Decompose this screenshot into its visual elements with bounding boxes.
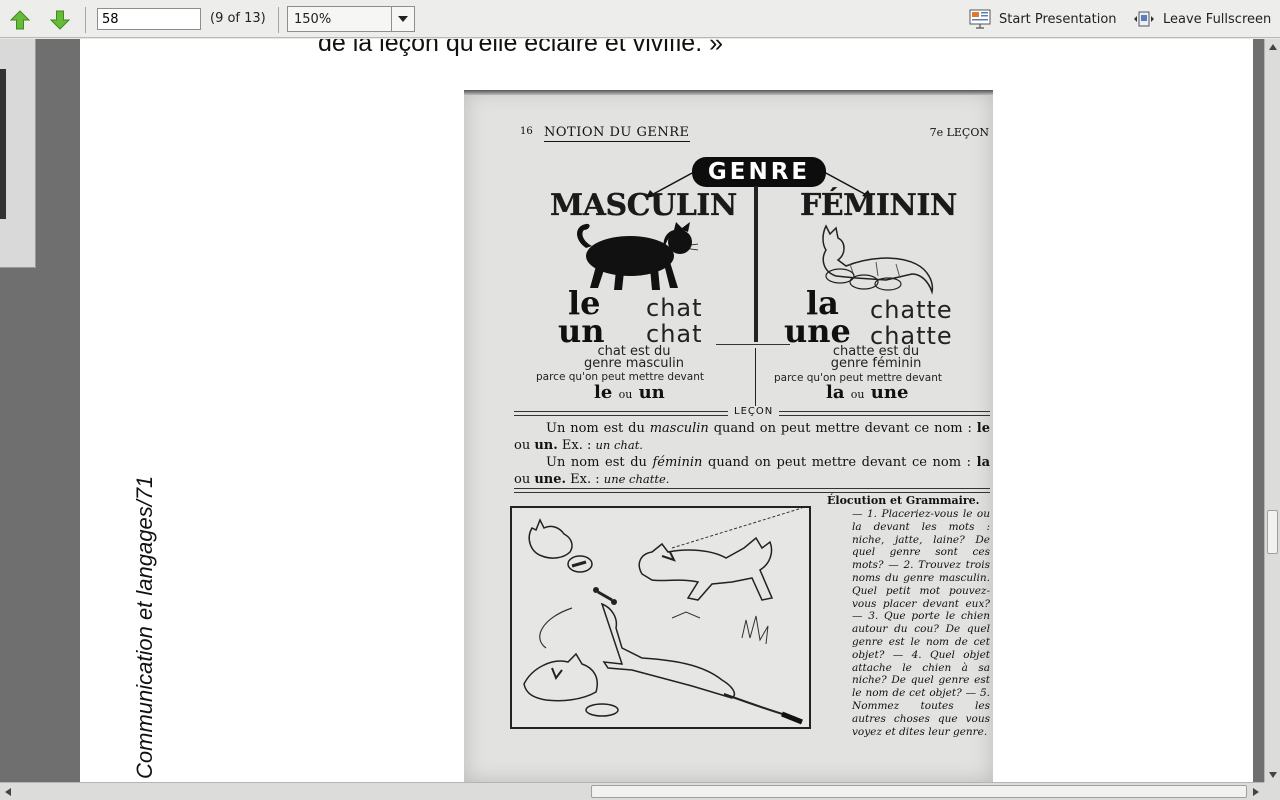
scan-text: un — [638, 382, 665, 403]
chevron-down-icon — [398, 16, 408, 22]
page-top-text: de la leçon qu'elle éclaire et vivifie. … — [318, 39, 724, 57]
scan-divider — [754, 186, 758, 342]
scan-text: quand on peut mettre devant ce nom : — [708, 421, 972, 436]
scan-text: Ex. : — [566, 472, 604, 487]
toolbar-separator — [278, 7, 279, 33]
previous-page-thumbnail — [0, 39, 36, 268]
scan-feminin-articles: la ou une — [826, 382, 908, 403]
document-page: de la leçon qu'elle éclaire et vivifie. … — [80, 39, 1253, 782]
scan-masculin-explain: chat est du genre masculin — [554, 345, 714, 371]
page-number-input[interactable] — [97, 8, 201, 30]
scan-rule — [514, 488, 990, 489]
scroll-down-button[interactable] — [1265, 767, 1280, 782]
scan-text: le — [976, 421, 990, 436]
toolbar-separator — [85, 7, 86, 33]
scan-text: une. — [534, 472, 567, 487]
scan-text: une — [870, 382, 909, 403]
scan-genre-label: GENRE — [692, 157, 826, 187]
scan-rule — [514, 492, 990, 493]
scan-page-number: 16 — [520, 126, 533, 137]
scroll-up-button[interactable] — [1265, 39, 1280, 54]
scan-text: Un nom est du — [546, 455, 653, 470]
scanned-textbook-image: 16 NOTION DU GENRE 7e LEÇON GENRE MASCUL… — [464, 90, 993, 782]
scroll-left-button[interactable] — [0, 784, 16, 800]
scan-masculin-title: MASCULIN — [550, 188, 738, 223]
horizontal-scrollbar[interactable] — [0, 782, 1264, 800]
scan-text: un. — [534, 438, 558, 453]
scan-rule-masculin: Un nom est du masculin quand on peut met… — [514, 420, 990, 454]
scan-text: quand on peut mettre devant ce nom : — [702, 455, 972, 470]
scan-exercises-text: — 1. Placeriez-vous le ou la devant les … — [852, 508, 990, 738]
scroll-right-arrow-icon — [1253, 788, 1259, 796]
scan-lesson-label: 7e LEÇON — [929, 126, 989, 139]
vertical-scroll-thumb[interactable] — [1267, 510, 1278, 554]
scan-text: ou — [850, 388, 865, 401]
scan-lecon-label: LEÇON — [728, 406, 780, 417]
horizontal-scroll-thumb[interactable] — [591, 785, 1247, 798]
scroll-left-arrow-icon — [5, 788, 11, 796]
scan-noun-chatte-1: chatte — [870, 296, 953, 324]
scan-masculin-articles: le ou un — [594, 382, 665, 403]
scan-divider — [755, 348, 756, 410]
scan-text: féminin — [652, 455, 703, 470]
zoom-dropdown-button[interactable] — [391, 7, 414, 31]
scan-text: ou — [514, 472, 535, 487]
scan-divider — [716, 344, 790, 345]
scan-exercise-illustration — [510, 506, 811, 729]
scan-text: la — [976, 455, 990, 470]
scan-text: Ex. : — [557, 438, 596, 453]
scan-rule-feminin: Un nom est du féminin quand on peut mett… — [514, 454, 990, 488]
scan-text: un chat. — [595, 438, 643, 452]
scan-text: masculin — [649, 421, 709, 436]
scroll-up-arrow-icon — [1268, 43, 1277, 50]
scroll-down-arrow-icon — [1268, 771, 1277, 778]
scan-text: ou — [514, 438, 535, 453]
page-side-caption: Communication et langages/71 — [132, 475, 157, 779]
vertical-scrollbar[interactable] — [1264, 39, 1280, 782]
previous-page-button[interactable] — [7, 7, 33, 33]
start-presentation-button[interactable]: Start Presentation — [969, 8, 1117, 30]
zoom-select[interactable]: 150% — [287, 6, 415, 32]
scan-noun-chat-1: chat — [646, 294, 703, 322]
scan-text: Un nom est du — [546, 421, 650, 436]
start-presentation-label: Start Presentation — [999, 11, 1117, 27]
page-count-label: (9 of 13) — [210, 11, 266, 26]
arrow-down-icon — [49, 10, 71, 30]
scan-text: le — [594, 382, 613, 403]
leave-fullscreen-icon — [1134, 11, 1154, 27]
page-image-fragment — [0, 69, 6, 219]
scan-feminin-title: FÉMININ — [800, 188, 958, 223]
black-cat-illustration — [577, 222, 699, 290]
scan-text: la — [826, 382, 845, 403]
leave-fullscreen-label: Leave Fullscreen — [1163, 11, 1272, 27]
toolbar: (9 of 13) 150% Start Presentation Leave … — [0, 0, 1280, 38]
scan-text: une chatte. — [603, 472, 670, 486]
zoom-value: 150% — [294, 12, 332, 27]
next-page-button[interactable] — [47, 7, 73, 33]
arrow-up-icon — [9, 10, 31, 30]
scan-edge — [464, 90, 993, 95]
scrollbar-corner — [1264, 782, 1280, 800]
dog-and-cats-illustration — [523, 507, 803, 725]
presentation-icon — [969, 9, 991, 29]
scan-text-line: genre féminin — [830, 356, 922, 371]
document-viewport[interactable]: de la leçon qu'elle éclaire et vivifie. … — [0, 39, 1264, 782]
scroll-right-button[interactable] — [1248, 784, 1264, 800]
leave-fullscreen-button[interactable]: Leave Fullscreen — [1133, 8, 1271, 30]
scan-text: ou — [618, 388, 633, 401]
scan-elocution-title: Élocution et Grammaire. — [827, 494, 980, 507]
scan-text-line: genre masculin — [584, 356, 684, 371]
scan-feminin-explain: chatte est du genre féminin — [796, 345, 956, 371]
scan-section-title: NOTION DU GENRE — [544, 125, 690, 142]
